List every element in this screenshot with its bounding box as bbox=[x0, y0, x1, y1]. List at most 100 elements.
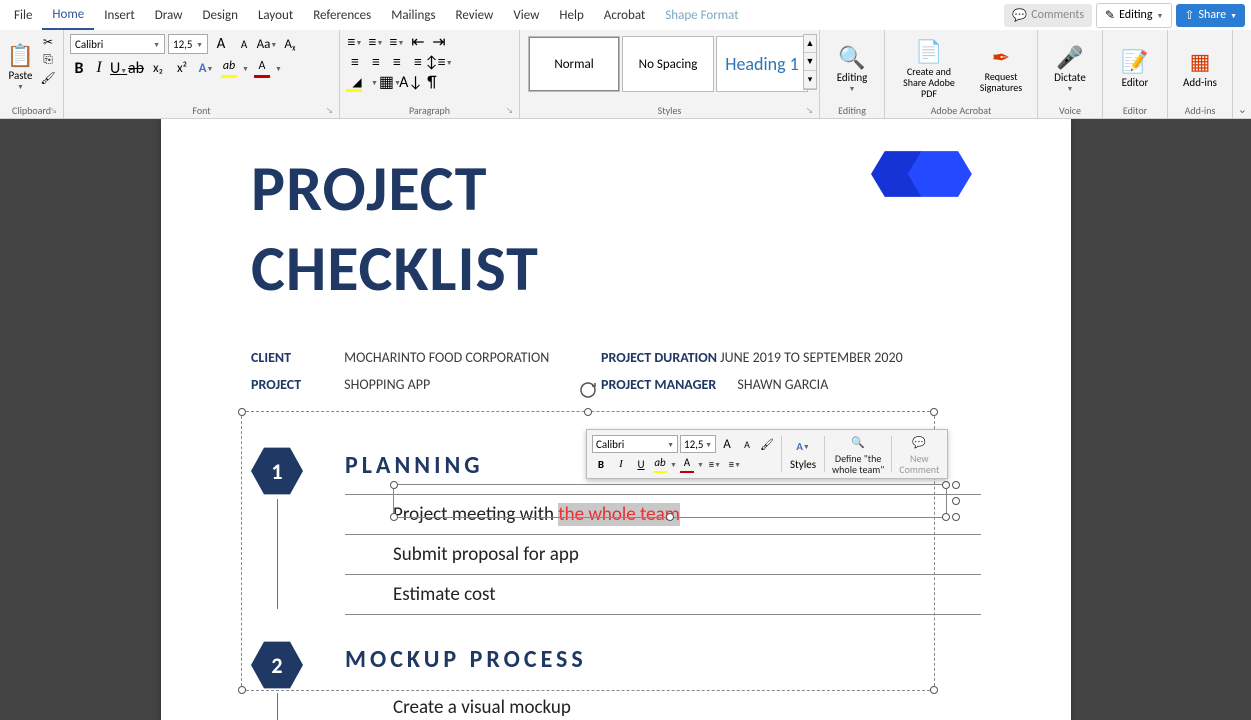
clear-formatting-button[interactable]: Aᵪ bbox=[280, 34, 300, 54]
mini-underline-button[interactable]: U bbox=[632, 455, 650, 473]
text-effects-button[interactable]: A▼ bbox=[196, 58, 216, 78]
borders-button[interactable]: ▦▼ bbox=[381, 73, 399, 91]
grow-font-button[interactable]: A bbox=[211, 34, 231, 54]
mini-italic-button[interactable]: I bbox=[612, 455, 630, 473]
editing-button[interactable]: 🔍 Editing ▼ bbox=[824, 32, 880, 104]
resize-handle[interactable] bbox=[666, 513, 674, 521]
create-share-pdf-button[interactable]: 📄 Create and Share Adobe PDF bbox=[889, 32, 969, 104]
style-normal[interactable]: Normal bbox=[528, 36, 620, 92]
align-center-button[interactable]: ≡ bbox=[367, 53, 385, 71]
underline-button[interactable]: U▼ bbox=[110, 59, 124, 78]
menu-draw[interactable]: Draw bbox=[145, 2, 193, 29]
resize-handle[interactable] bbox=[942, 513, 950, 521]
align-left-button[interactable]: ≡ bbox=[346, 53, 364, 71]
paragraph-dialog-launcher[interactable]: ↘ bbox=[506, 106, 516, 116]
justify-button[interactable]: ≡ bbox=[409, 53, 427, 71]
smart-lookup-icon[interactable]: 🔍 bbox=[849, 433, 867, 451]
resize-handle[interactable] bbox=[390, 481, 398, 489]
menu-shape-format[interactable]: Shape Format bbox=[655, 2, 748, 29]
page[interactable]: PROJECT CHECKLIST CLIENT MOCHARINTO FOOD… bbox=[161, 119, 1071, 720]
project-value[interactable]: SHOPPING APP bbox=[344, 376, 430, 393]
line-spacing-button[interactable]: ↕≡▼ bbox=[430, 53, 448, 71]
manager-value[interactable]: SHAWN GARCIA bbox=[737, 376, 828, 393]
dictate-button[interactable]: 🎤 Dictate ▼ bbox=[1042, 32, 1098, 104]
menu-file[interactable]: File bbox=[4, 2, 42, 29]
mini-highlight-button[interactable]: ab bbox=[652, 456, 668, 472]
duration-value[interactable]: JUNE 2019 TO SEPTEMBER 2020 bbox=[720, 349, 903, 366]
cut-button[interactable]: ✂ bbox=[39, 34, 57, 50]
mini-format-painter-button[interactable]: 🖌 bbox=[758, 435, 776, 453]
mini-font-name-combo[interactable]: Calibri▼ bbox=[592, 435, 678, 453]
resize-handle[interactable] bbox=[952, 513, 960, 521]
mini-numbering-button[interactable]: ≡▼ bbox=[726, 455, 744, 473]
resize-handle[interactable] bbox=[930, 408, 938, 416]
mini-styles-icon[interactable]: A▼ bbox=[794, 438, 812, 456]
subscript-button[interactable]: x₂ bbox=[148, 58, 168, 78]
italic-button[interactable]: I bbox=[92, 59, 106, 77]
paste-button[interactable]: 📋 Paste ▼ bbox=[4, 32, 37, 100]
mini-font-color-button[interactable]: A bbox=[679, 456, 695, 472]
format-painter-button[interactable]: 🖌 bbox=[39, 70, 57, 86]
menu-layout[interactable]: Layout bbox=[248, 2, 303, 29]
document-title-line2[interactable]: CHECKLIST bbox=[251, 229, 981, 309]
chevron-down-icon[interactable]: ▼ bbox=[371, 78, 378, 87]
client-value[interactable]: MOCHARINTO FOOD CORPORATION bbox=[344, 349, 549, 366]
shading-button[interactable]: ◢ bbox=[346, 73, 368, 91]
align-right-button[interactable]: ≡ bbox=[388, 53, 406, 71]
chevron-down-icon[interactable]: ▼ bbox=[670, 460, 677, 469]
collapse-ribbon-button[interactable]: ⌄ bbox=[1238, 103, 1247, 116]
menu-references[interactable]: References bbox=[303, 2, 381, 29]
comments-button[interactable]: 💬 Comments bbox=[1004, 4, 1092, 27]
inner-selection-box[interactable] bbox=[393, 484, 947, 518]
task-row[interactable]: Create a visual mockup bbox=[345, 688, 981, 720]
resize-handle[interactable] bbox=[952, 497, 960, 505]
editing-mode-button[interactable]: ✎ Editing ▼ bbox=[1096, 3, 1172, 28]
addins-button[interactable]: ▦ Add-ins bbox=[1172, 32, 1228, 104]
font-name-combo[interactable]: Calibri▼ bbox=[70, 34, 165, 54]
resize-handle[interactable] bbox=[584, 408, 592, 416]
share-button[interactable]: ⇧ Share ▼ bbox=[1176, 4, 1245, 27]
menu-acrobat[interactable]: Acrobat bbox=[594, 2, 656, 29]
document-area[interactable]: PROJECT CHECKLIST CLIENT MOCHARINTO FOOD… bbox=[0, 119, 1251, 720]
strikethrough-button[interactable]: ab bbox=[128, 59, 144, 78]
increase-indent-button[interactable]: ⇥ bbox=[430, 33, 448, 51]
show-marks-button[interactable]: ¶ bbox=[423, 73, 441, 91]
scroll-up-icon[interactable]: ▲ bbox=[804, 35, 816, 53]
chevron-down-icon[interactable]: ▼ bbox=[697, 460, 704, 469]
style-no-spacing[interactable]: No Spacing bbox=[622, 36, 714, 92]
resize-handle[interactable] bbox=[238, 408, 246, 416]
rotate-handle[interactable] bbox=[578, 380, 598, 400]
resize-handle[interactable] bbox=[952, 481, 960, 489]
menu-home[interactable]: Home bbox=[42, 1, 94, 30]
menu-help[interactable]: Help bbox=[549, 2, 593, 29]
sort-button[interactable]: A↓ bbox=[402, 73, 420, 91]
clipboard-dialog-launcher[interactable]: ↘ bbox=[50, 106, 60, 116]
bold-button[interactable]: B bbox=[70, 59, 88, 78]
change-case-button[interactable]: Aa▼ bbox=[257, 34, 277, 54]
bullets-button[interactable]: ≡▼ bbox=[346, 33, 364, 51]
highlight-button[interactable]: ab bbox=[220, 59, 238, 77]
request-signatures-button[interactable]: ✒ Request Signatures bbox=[969, 32, 1033, 104]
menu-view[interactable]: View bbox=[503, 2, 549, 29]
mini-font-size-combo[interactable]: 12,5▼ bbox=[680, 435, 716, 453]
mini-shrink-font-button[interactable]: A bbox=[738, 435, 756, 453]
numbering-button[interactable]: ≡▼ bbox=[367, 33, 385, 51]
style-heading-1[interactable]: Heading 1 bbox=[716, 36, 808, 92]
chevron-down-icon[interactable]: ▼ bbox=[275, 64, 282, 73]
resize-handle[interactable] bbox=[390, 513, 398, 521]
superscript-button[interactable]: x² bbox=[172, 58, 192, 78]
menu-insert[interactable]: Insert bbox=[94, 2, 145, 29]
menu-mailings[interactable]: Mailings bbox=[381, 2, 445, 29]
editor-button[interactable]: 📝 Editor bbox=[1107, 32, 1163, 104]
shrink-font-button[interactable]: A bbox=[234, 34, 254, 54]
decrease-indent-button[interactable]: ⇤ bbox=[409, 33, 427, 51]
copy-button[interactable]: ⎘ bbox=[39, 52, 57, 68]
define-button[interactable]: Define "the whole team" bbox=[830, 453, 886, 475]
resize-handle[interactable] bbox=[238, 686, 246, 694]
styles-more-icon[interactable]: ▾ bbox=[804, 71, 816, 89]
mini-grow-font-button[interactable]: A bbox=[718, 435, 736, 453]
font-color-button[interactable]: A bbox=[253, 59, 271, 77]
styles-dialog-launcher[interactable]: ↘ bbox=[806, 106, 816, 116]
mini-bullets-button[interactable]: ≡▼ bbox=[706, 455, 724, 473]
multilevel-list-button[interactable]: ≡▼ bbox=[388, 33, 406, 51]
